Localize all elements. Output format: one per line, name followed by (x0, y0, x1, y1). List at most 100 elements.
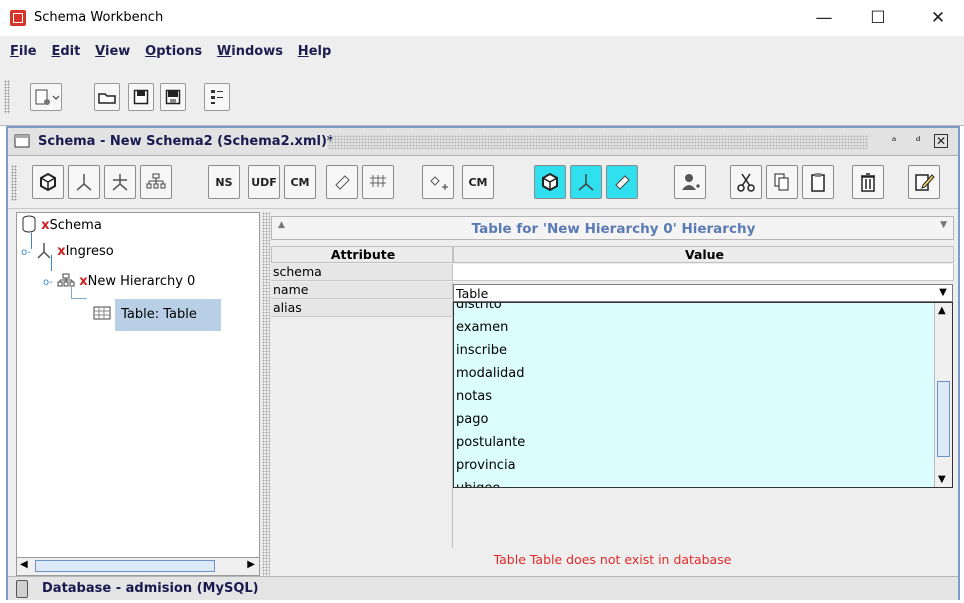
schema-tree[interactable]: xSchema o- xIngreso o- xNew Hierarchy 0 … (16, 212, 260, 558)
level-icon (370, 175, 386, 187)
add-measure-button[interactable] (326, 165, 358, 199)
frame-maximize-icon[interactable]: ᵈ (910, 133, 926, 149)
add-cube-button[interactable] (32, 165, 64, 199)
expand-down-icon[interactable]: ▼ (940, 220, 947, 230)
save-button[interactable] (128, 83, 154, 111)
dropdown-item[interactable]: inscribe (456, 339, 507, 362)
tree-scroll-thumb[interactable] (35, 560, 215, 572)
add-virtual-measure-button[interactable] (606, 165, 638, 199)
schema-toolbar: NS UDF CM CM (8, 157, 958, 209)
delete-button[interactable] (852, 165, 884, 199)
virtual-dimension-icon (578, 174, 594, 191)
property-icon (430, 176, 448, 190)
properties-panel: ▲ Table for 'New Hierarchy 0' Hierarchy … (271, 212, 956, 576)
add-virtual-cube-button[interactable] (534, 165, 566, 199)
menu-file[interactable]: File (10, 36, 37, 68)
role-user-icon (682, 174, 700, 190)
tree-toggle-icon[interactable]: o- (21, 247, 31, 258)
add-role-button[interactable] (674, 165, 706, 199)
virtual-cube-icon (542, 172, 558, 192)
add-dimension-button[interactable] (68, 165, 100, 199)
add-level-button[interactable] (362, 165, 394, 199)
preferences-button[interactable] (204, 83, 230, 111)
minimize-button[interactable]: — (804, 6, 844, 30)
database-status-bar: Database - admision (MySQL) (8, 576, 958, 600)
tree-horizontal-scrollbar[interactable]: ◀ ▶ (16, 558, 260, 576)
menu-options[interactable]: Options (145, 36, 202, 68)
dropdown-item[interactable]: provincia (456, 454, 516, 477)
attribute-cell-schema[interactable]: schema (271, 264, 453, 281)
attribute-column-empty (271, 318, 453, 548)
scissors-icon (737, 173, 755, 192)
menu-edit[interactable]: Edit (51, 36, 80, 68)
table-name-value: Table (456, 286, 489, 301)
toolbar-grip[interactable] (4, 80, 10, 114)
panel-splitter[interactable] (262, 212, 270, 576)
add-dimension-usage-button[interactable] (104, 165, 136, 199)
window-title: Schema Workbench (34, 10, 164, 25)
schema-frame-titlebar[interactable]: Schema - New Schema2 (Schema2.xml)* ᵃ ᵈ … (8, 128, 958, 156)
list-icon (211, 90, 223, 104)
attribute-cell-name[interactable]: name (271, 282, 453, 299)
schema-frame: Schema - New Schema2 (Schema2.xml)* ᵃ ᵈ … (6, 126, 960, 600)
maximize-button[interactable]: ☐ (858, 6, 898, 30)
add-hierarchy-button[interactable] (140, 165, 172, 199)
dropdown-item[interactable]: notas (456, 385, 492, 408)
database-connection-label: Database - admision (MySQL) (42, 581, 259, 596)
close-button[interactable]: ✕ (918, 6, 958, 30)
menu-help[interactable]: Help (298, 36, 331, 68)
attribute-cell-alias[interactable]: alias (271, 300, 453, 317)
add-virtual-dimension-button[interactable] (570, 165, 602, 199)
scroll-left-icon[interactable]: ◀ (20, 559, 28, 570)
tree-node-hierarchy[interactable]: o- xNew Hierarchy 0 (43, 271, 195, 293)
panel-header: ▲ Table for 'New Hierarchy 0' Hierarchy … (271, 216, 954, 240)
dropdown-item[interactable]: postulante (456, 431, 525, 454)
scroll-up-icon[interactable]: ▲ (938, 305, 946, 316)
dropdown-scroll-thumb[interactable] (937, 381, 950, 457)
tree-toggle-icon[interactable]: o- (43, 277, 53, 288)
dropdown-item[interactable]: ubigeo (456, 477, 500, 487)
edit-mode-button[interactable] (908, 165, 940, 199)
dropdown-item[interactable]: distrito (456, 303, 502, 316)
paste-button[interactable] (802, 165, 834, 199)
measure-icon (335, 175, 350, 190)
copy-button[interactable] (766, 165, 798, 199)
add-calculated-member-button[interactable]: CM (284, 165, 316, 199)
main-toolbar (0, 68, 964, 126)
menu-view[interactable]: View (95, 36, 130, 68)
scroll-right-icon[interactable]: ▶ (247, 559, 255, 570)
tree-node-table[interactable]: Table: Table (93, 299, 221, 331)
dropdown-scrollbar[interactable]: ▲ ▼ (934, 303, 952, 487)
dropdown-item[interactable]: examen (456, 316, 508, 339)
column-header-value[interactable]: Value (453, 246, 954, 263)
frame-close-icon[interactable]: ✕ (934, 134, 948, 148)
window-titlebar: Schema Workbench — ☐ ✕ (0, 0, 964, 36)
save-as-icon (165, 89, 181, 105)
frame-minimize-icon[interactable]: ᵃ (886, 133, 902, 149)
save-as-button[interactable] (160, 83, 186, 111)
open-button[interactable] (94, 83, 120, 111)
table-name-combobox[interactable]: Table ▼ (453, 284, 953, 302)
table-dropdown-list[interactable]: distrito examen inscribe modalidad notas… (453, 302, 953, 488)
add-property-button[interactable] (422, 165, 454, 199)
frame-title-grip (328, 135, 868, 149)
add-udf-button[interactable]: UDF (248, 165, 280, 199)
column-header-attribute[interactable]: Attribute (271, 246, 453, 263)
new-schema-button[interactable] (30, 83, 62, 111)
add-named-set-button[interactable]: NS (208, 165, 240, 199)
dropdown-item[interactable]: modalidad (456, 362, 525, 385)
value-cell-schema[interactable] (453, 264, 954, 281)
panel-title: Table for 'New Hierarchy 0' Hierarchy (471, 221, 756, 237)
scroll-down-icon[interactable]: ▼ (938, 474, 946, 485)
dropdown-item[interactable]: pago (456, 408, 488, 431)
tree-node-schema[interactable]: xSchema (21, 215, 102, 237)
tree-node-cube[interactable]: o- xIngreso (21, 241, 114, 263)
cut-button[interactable] (730, 165, 762, 199)
dimension-usage-icon (112, 174, 128, 191)
menu-bar: File Edit View Options Windows Help (0, 36, 964, 68)
schema-toolbar-grip[interactable] (11, 165, 17, 201)
add-calculated-member-property-button[interactable]: CM (462, 165, 494, 199)
menu-windows[interactable]: Windows (217, 36, 283, 68)
folder-icon (98, 93, 116, 104)
combo-dropdown-arrow-icon[interactable]: ▼ (934, 285, 952, 301)
